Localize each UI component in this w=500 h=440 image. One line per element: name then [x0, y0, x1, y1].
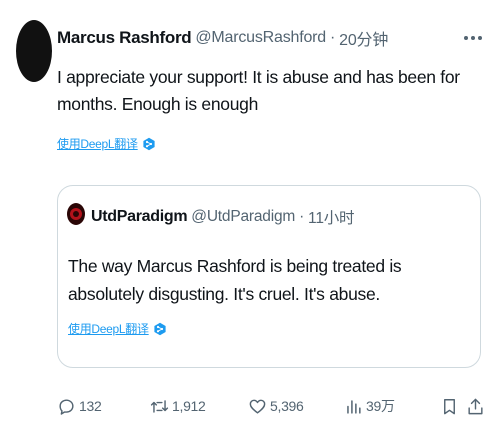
more-icon[interactable] [460, 26, 486, 50]
views-icon [347, 399, 361, 414]
meta-separator: · [330, 29, 336, 46]
tweet-time[interactable]: 20分钟 [339, 26, 388, 50]
quote-author-handle[interactable]: @UtdParadigm [191, 208, 295, 226]
views-button[interactable]: 39万 [344, 395, 395, 417]
retweet-button[interactable]: 1,912 [150, 395, 206, 417]
deepl-icon [154, 322, 166, 335]
reply-count: 132 [79, 398, 102, 414]
retweet-icon [150, 399, 169, 413]
reply-icon [59, 398, 74, 415]
quote-time[interactable]: 11小时 [308, 206, 354, 228]
author-name[interactable]: Marcus Rashford [57, 28, 192, 48]
like-count: 5,396 [270, 398, 304, 414]
tweet-header: Marcus Rashford @MarcusRashford · 20分钟 [57, 26, 486, 50]
quote-text: The way Marcus Rashford is being treated… [68, 256, 402, 304]
share-icon [468, 398, 483, 414]
translate-link[interactable]: 使用DeepL翻译 [57, 135, 156, 152]
retweet-count: 1,912 [172, 398, 206, 414]
reply-button[interactable]: 132 [57, 395, 102, 417]
heart-icon [249, 399, 266, 414]
quote-translate-link[interactable]: 使用DeepL翻译 [68, 320, 167, 337]
author-handle[interactable]: @MarcusRashford [195, 29, 326, 47]
quote-translate-label[interactable]: 使用DeepL翻译 [68, 320, 149, 337]
bookmark-icon [444, 398, 455, 414]
quote-header: UtdParadigm @UtdParadigm · 11小时 [91, 206, 355, 228]
share-button[interactable] [466, 395, 485, 417]
author-avatar[interactable] [16, 20, 52, 82]
like-button[interactable]: 5,396 [248, 395, 304, 417]
quote-author-avatar[interactable] [67, 203, 85, 225]
deepl-icon [143, 137, 155, 150]
translate-label[interactable]: 使用DeepL翻译 [57, 135, 138, 152]
views-count: 39万 [366, 398, 395, 414]
action-bar: 132 1,912 5,396 39万 [57, 395, 487, 417]
quote-author-name[interactable]: UtdParadigm [91, 208, 188, 226]
bookmark-button[interactable] [440, 395, 459, 417]
quote-tweet[interactable]: UtdParadigm @UtdParadigm · 11小时 The way … [57, 185, 481, 368]
quote-meta-separator: · [299, 208, 305, 225]
tweet-text: I appreciate your support! It is abuse a… [57, 67, 460, 114]
